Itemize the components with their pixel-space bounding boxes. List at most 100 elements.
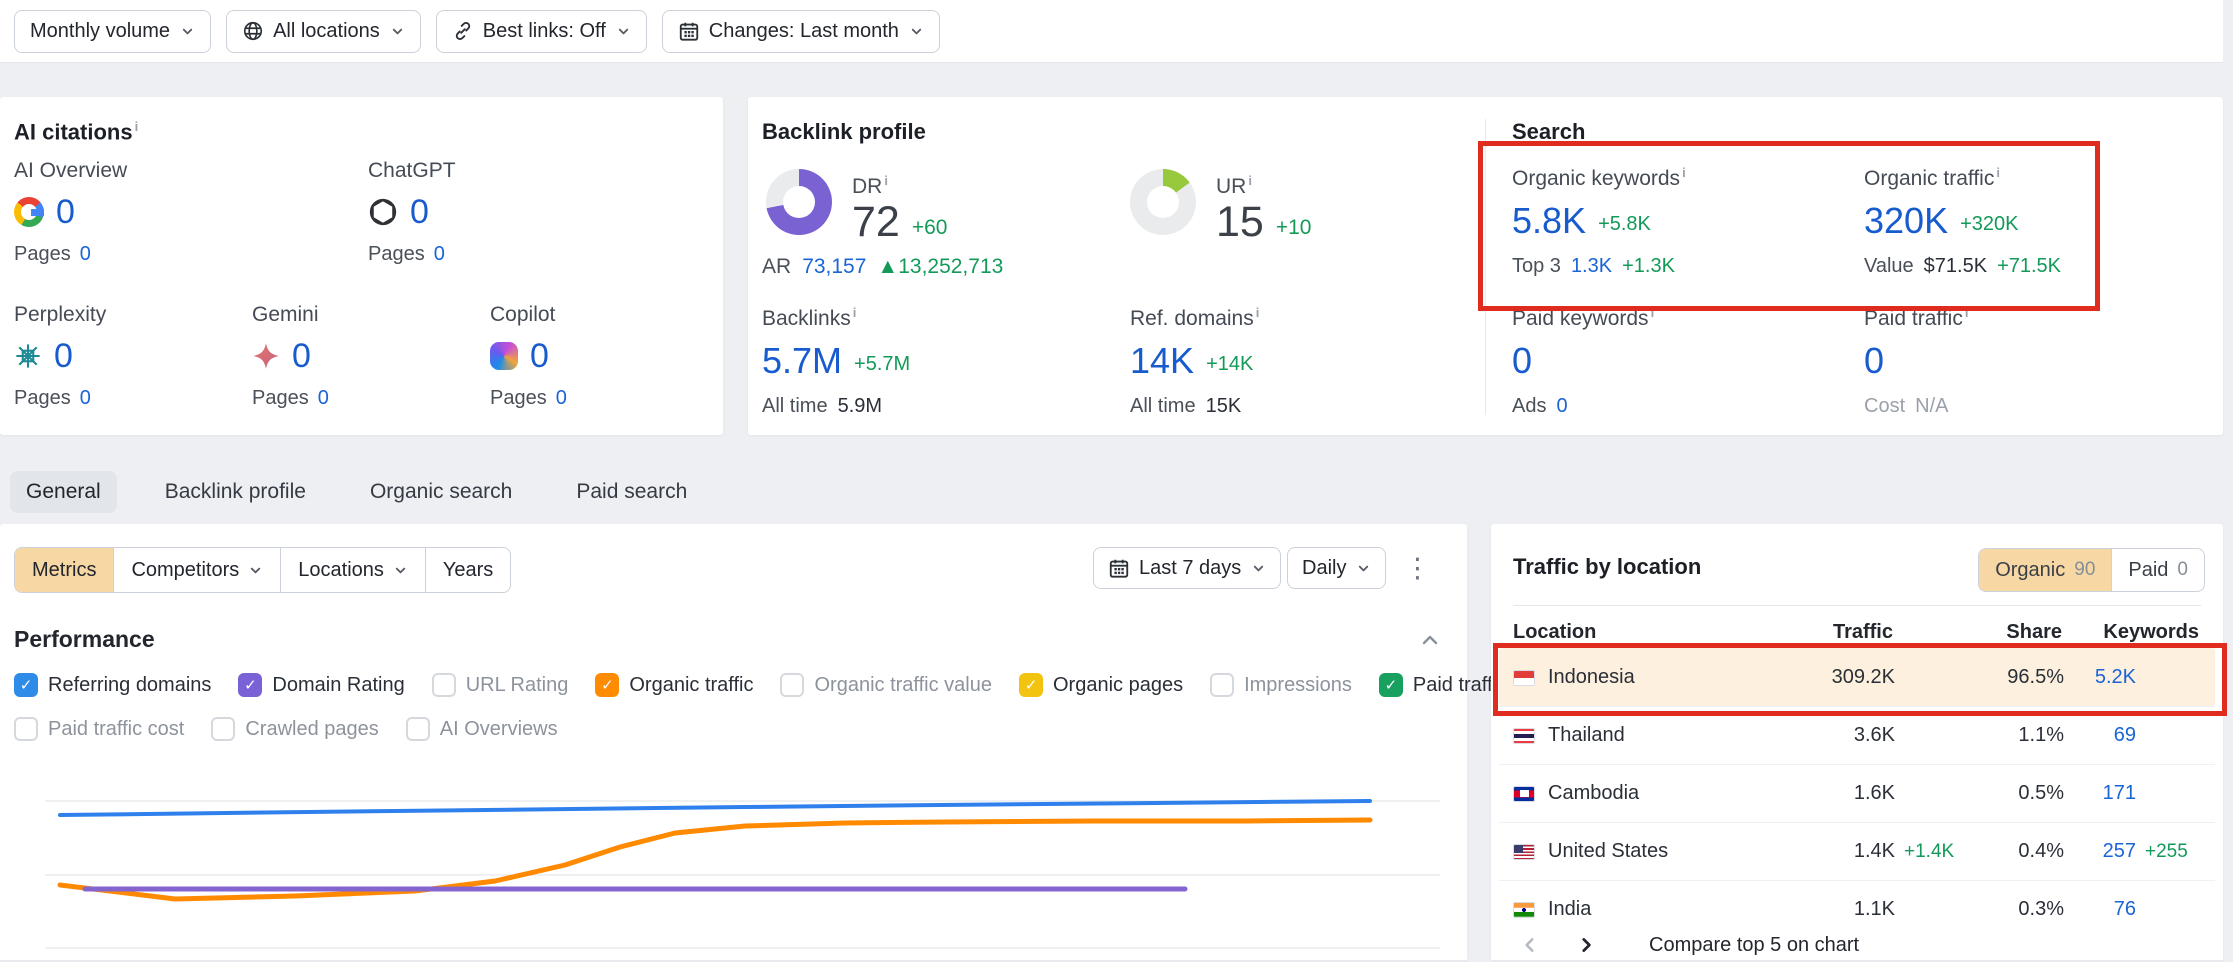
pages-label: Pages bbox=[14, 387, 71, 410]
ref-domains-value[interactable]: 14K bbox=[1130, 343, 1194, 379]
metric-checkbox-impressions[interactable]: Impressions bbox=[1210, 673, 1352, 697]
metric-checkbox-domain-rating[interactable]: ✓Domain Rating bbox=[238, 673, 404, 697]
toggle-label: Paid bbox=[2128, 559, 2168, 582]
info-icon[interactable]: i bbox=[884, 173, 888, 188]
divider bbox=[1513, 605, 2201, 606]
toolbar-filter-all-locations[interactable]: All locations bbox=[226, 10, 421, 53]
col-share[interactable]: Share bbox=[1970, 621, 2062, 644]
tab-backlink-profile[interactable]: Backlink profile bbox=[149, 471, 322, 513]
metric-checkbox-ai-overviews[interactable]: AI Overviews bbox=[406, 717, 558, 741]
toolbar-filter-monthly-volume[interactable]: Monthly volume bbox=[14, 10, 211, 53]
ai-item-name: ChatGPT bbox=[368, 159, 598, 183]
paid-keywords-value[interactable]: 0 bbox=[1512, 343, 1532, 379]
metric-checkbox-organic-traffic[interactable]: ✓Organic traffic bbox=[595, 673, 753, 697]
metric-checkbox-referring-domains[interactable]: ✓Referring domains bbox=[14, 673, 211, 697]
paid-traffic-value[interactable]: 0 bbox=[1864, 343, 1884, 379]
backlinks-alltime: All time 5.9M bbox=[762, 395, 1112, 418]
traffic-table-header: Location Traffic Share Keywords bbox=[1499, 616, 2215, 648]
ai-item-value-row: 0 bbox=[14, 338, 244, 374]
organic-traffic-value[interactable]: 320K bbox=[1864, 203, 1948, 239]
location-cell: Cambodia bbox=[1513, 782, 1777, 805]
ref-domains-stat: Ref. domainsi 14K +14K All time 15K bbox=[1130, 305, 1480, 418]
toggle-paid[interactable]: Paid0 bbox=[2112, 549, 2204, 591]
organic-keywords-value[interactable]: 5.8K bbox=[1512, 203, 1586, 239]
ai-item-value[interactable]: 0 bbox=[410, 193, 429, 232]
ref-domains-delta: +14K bbox=[1206, 353, 1253, 379]
pages-value-link[interactable]: 0 bbox=[80, 243, 91, 266]
traffic-by-location-panel: Traffic by location Organic90Paid0 Locat… bbox=[1491, 524, 2223, 960]
organic-keywords-label: Organic keywordsi bbox=[1512, 165, 1862, 191]
metric-checkbox-paid-traffic[interactable]: ✓Paid traffic bbox=[1379, 673, 1507, 697]
toggle-organic[interactable]: Organic90 bbox=[1979, 549, 2112, 591]
ai-item-pages: Pages0 bbox=[490, 387, 720, 410]
ai-item-value[interactable]: 0 bbox=[54, 337, 73, 376]
next-page-chevron-icon[interactable] bbox=[1569, 928, 1603, 962]
backlinks-label: Backlinksi bbox=[762, 305, 1112, 331]
info-icon[interactable]: i bbox=[853, 305, 857, 320]
segment-years[interactable]: Years bbox=[426, 548, 510, 592]
metric-checkbox-paid-traffic-cost[interactable]: Paid traffic cost bbox=[14, 717, 184, 741]
info-icon[interactable]: i bbox=[1965, 305, 1969, 320]
toolbar-filter-best-links-off[interactable]: Best links: Off bbox=[436, 10, 647, 53]
globe-icon bbox=[242, 20, 264, 42]
traffic-row-united-states[interactable]: United States1.4K+1.4K0.4%257+255 bbox=[1499, 822, 2215, 880]
compare-top5-link[interactable]: Compare top 5 on chart bbox=[1649, 934, 1859, 957]
info-icon[interactable]: i bbox=[135, 119, 139, 134]
keywords-value-link[interactable]: 76 bbox=[2064, 898, 2136, 921]
prev-page-chevron-icon[interactable] bbox=[1513, 928, 1547, 962]
segment-metrics[interactable]: Metrics bbox=[15, 548, 114, 592]
ai-item-value[interactable]: 0 bbox=[530, 337, 549, 376]
pages-value-link[interactable]: 0 bbox=[80, 387, 91, 410]
ai-item-value[interactable]: 0 bbox=[56, 193, 75, 232]
tab-general[interactable]: General bbox=[10, 471, 117, 513]
traffic-row-indonesia[interactable]: Indonesia309.2K96.5%5.2K bbox=[1499, 648, 2215, 706]
segment-locations[interactable]: Locations bbox=[281, 548, 426, 592]
metric-checkbox-organic-traffic-value[interactable]: Organic traffic value bbox=[780, 673, 992, 697]
checkbox-unchecked bbox=[1210, 673, 1234, 697]
info-icon[interactable]: i bbox=[1996, 165, 2000, 180]
col-location[interactable]: Location bbox=[1513, 621, 1775, 644]
col-keywords[interactable]: Keywords bbox=[2062, 621, 2201, 644]
collapse-chevron-up-icon[interactable] bbox=[1420, 630, 1440, 655]
ar-value-link[interactable]: 73,157 bbox=[802, 255, 866, 279]
traffic-row-thailand[interactable]: Thailand3.6K1.1%69 bbox=[1499, 706, 2215, 764]
pages-value-link[interactable]: 0 bbox=[434, 243, 445, 266]
keywords-value-link[interactable]: 257 bbox=[2064, 840, 2136, 863]
tab-paid-search[interactable]: Paid search bbox=[560, 471, 703, 513]
col-traffic[interactable]: Traffic bbox=[1775, 621, 1893, 644]
organic-traffic-stat: Organic traffici 320K +320K Value $71.5K… bbox=[1864, 165, 2214, 278]
metric-checkbox-organic-pages[interactable]: ✓Organic pages bbox=[1019, 673, 1183, 697]
info-icon[interactable]: i bbox=[1651, 305, 1655, 320]
pages-value-link[interactable]: 0 bbox=[318, 387, 329, 410]
pages-value-link[interactable]: 0 bbox=[556, 387, 567, 410]
metric-checkbox-label: Crawled pages bbox=[245, 718, 378, 741]
info-icon[interactable]: i bbox=[1682, 165, 1686, 180]
backlinks-value[interactable]: 5.7M bbox=[762, 343, 842, 379]
top3-value-link[interactable]: 1.3K bbox=[1571, 255, 1612, 278]
metric-checkbox-label: Organic traffic value bbox=[814, 674, 992, 697]
keywords-value-link[interactable]: 69 bbox=[2064, 724, 2136, 747]
tab-organic-search[interactable]: Organic search bbox=[354, 471, 528, 513]
segment-competitors[interactable]: Competitors bbox=[114, 548, 281, 592]
toolbar-filter-changes-last-month[interactable]: Changes: Last month bbox=[662, 10, 940, 53]
ads-value-link[interactable]: 0 bbox=[1556, 395, 1567, 418]
checkbox-unchecked bbox=[211, 717, 235, 741]
copilot-icon bbox=[490, 342, 518, 370]
segment-label: Locations bbox=[298, 559, 384, 582]
date-range-button[interactable]: Last 7 days bbox=[1093, 547, 1281, 589]
ref-domains-alltime: All time 15K bbox=[1130, 395, 1480, 418]
info-icon[interactable]: i bbox=[1248, 173, 1252, 188]
metric-checkbox-crawled-pages[interactable]: Crawled pages bbox=[211, 717, 378, 741]
ai-item-value[interactable]: 0 bbox=[292, 337, 311, 376]
toolbar-filter-label: All locations bbox=[273, 20, 380, 43]
dr-donut-chart bbox=[766, 169, 832, 235]
info-icon[interactable]: i bbox=[1256, 305, 1260, 320]
keywords-value-link[interactable]: 171 bbox=[2064, 782, 2136, 805]
metric-checkbox-url-rating[interactable]: URL Rating bbox=[432, 673, 569, 697]
location-name: India bbox=[1548, 898, 1591, 921]
granularity-button[interactable]: Daily bbox=[1287, 547, 1386, 589]
toggle-label: Organic bbox=[1995, 559, 2065, 582]
keywords-value-link[interactable]: 5.2K bbox=[2064, 666, 2136, 689]
kebab-menu-icon[interactable]: ⋮ bbox=[1404, 552, 1431, 584]
traffic-row-cambodia[interactable]: Cambodia1.6K0.5%171 bbox=[1499, 764, 2215, 822]
